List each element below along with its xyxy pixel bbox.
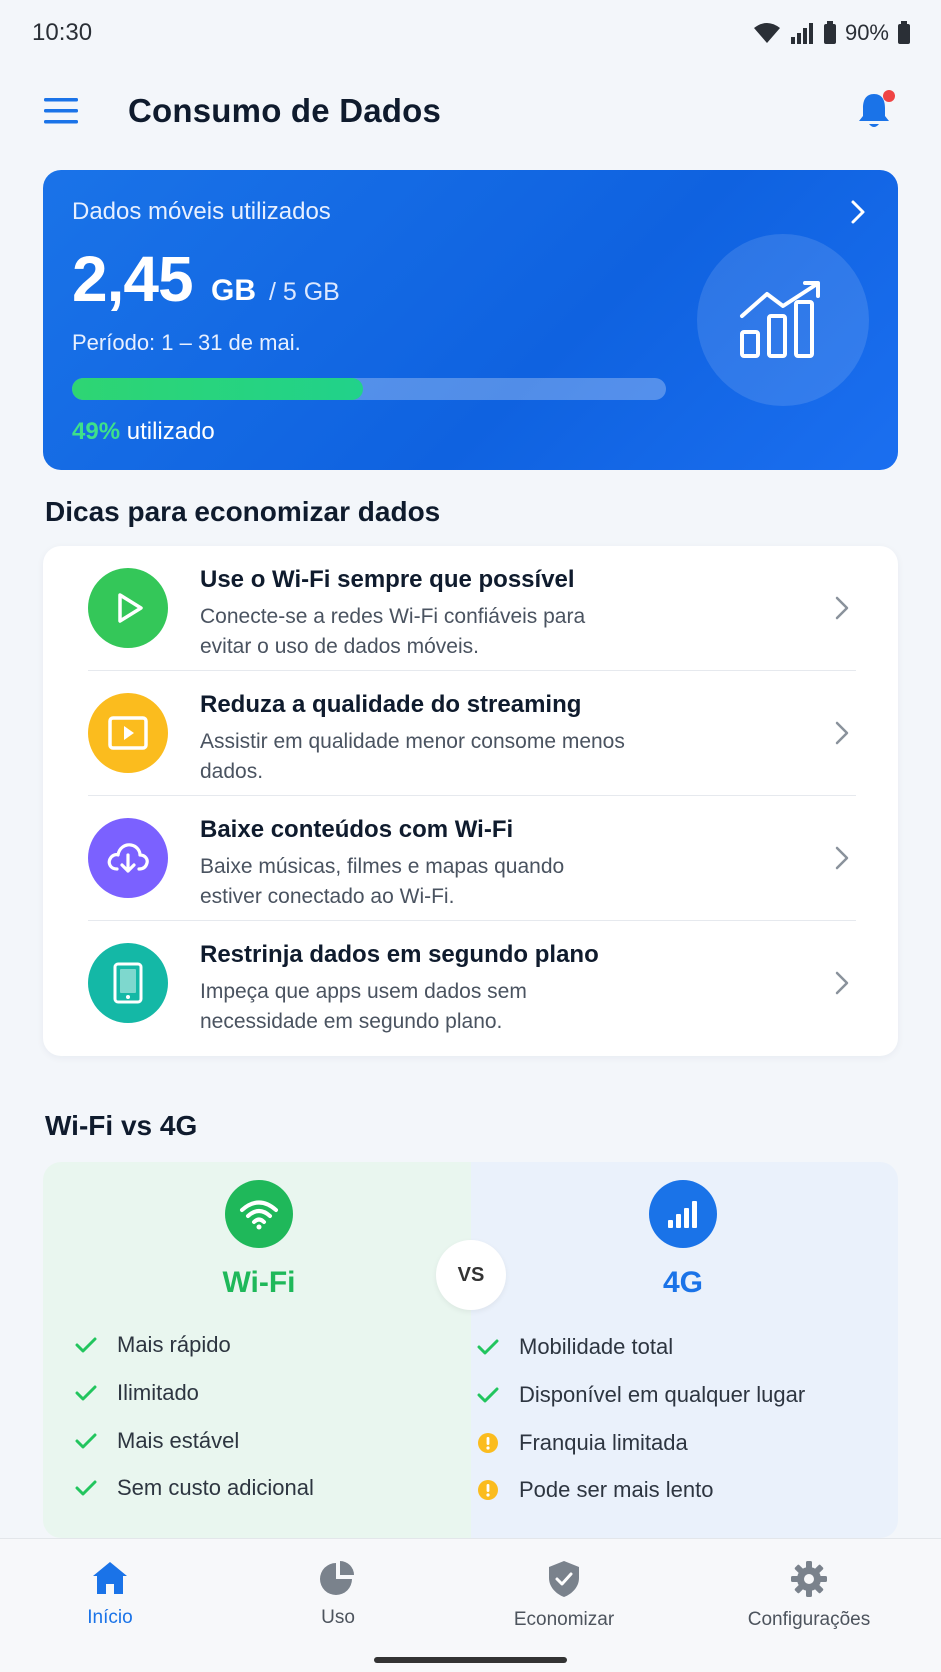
tip-title: Reduza a qualidade do streaming (200, 691, 582, 718)
usage-value: 2,45 (72, 243, 194, 315)
tip-description: Baixe músicas, filmes e mapas quando est… (200, 855, 565, 908)
battery-icon (898, 21, 910, 44)
tip-item[interactable]: Baixe conteúdos com Wi-Fi Baixe músicas,… (43, 796, 898, 921)
4g-feature: Franquia limitada (477, 1430, 688, 1456)
bottom-navigation: Início Uso Economizar Configurações (0, 1538, 941, 1672)
tips-section-title: Dicas para economizar dados (45, 496, 441, 527)
chevron-right-icon (835, 721, 849, 745)
wifi-vs-4g-card: Wi-Fi Mais rápido Ilimitado Mais estável… (43, 1162, 898, 1538)
wifi-feature: Mais estável (75, 1428, 239, 1454)
tip-item[interactable]: Reduza a qualidade do streaming Assistir… (43, 671, 898, 796)
menu-icon[interactable] (44, 98, 80, 124)
tip-title: Use o Wi-Fi sempre que possível (200, 566, 575, 593)
home-icon (93, 1562, 127, 1594)
cell-signal-icon (790, 23, 813, 44)
chevron-right-icon[interactable] (848, 198, 868, 226)
tip-item[interactable]: Use o Wi-Fi sempre que possível Conecte-… (43, 546, 898, 671)
usage-progress-fill (72, 378, 364, 400)
cell-icon-circle (649, 1180, 717, 1248)
app-bar: Consumo de Dados (0, 70, 941, 152)
pie-chart-icon (320, 1561, 354, 1595)
wifi-feature: Mais rápido (75, 1332, 231, 1358)
chevron-right-icon (835, 846, 849, 870)
usage-period: Período: 1 – 31 de mai. (72, 330, 301, 355)
warning-icon (478, 1433, 498, 1453)
chevron-right-icon (835, 971, 849, 995)
tip-icon-circle (88, 943, 168, 1023)
chevron-right-icon (835, 596, 849, 620)
nav-item-save[interactable]: Economizar (479, 1559, 649, 1631)
wifi-icon (240, 1200, 278, 1230)
tip-icon-circle (88, 818, 168, 898)
usage-percent-suffix: utilizado (120, 418, 215, 445)
4g-feature: Disponível em qualquer lugar (477, 1382, 805, 1408)
wifi-feature: Ilimitado (75, 1380, 199, 1406)
bar-chart-trend-icon (740, 281, 820, 358)
comparison-section-title: Wi-Fi vs 4G (45, 1110, 198, 1141)
phone-icon (113, 962, 143, 1004)
gear-icon (791, 1561, 827, 1597)
nav-label: Uso (321, 1607, 355, 1628)
tip-icon-circle (88, 693, 168, 773)
cell-signal-icon (668, 1201, 697, 1228)
wifi-signal-icon (753, 23, 780, 43)
vs-badge: VS (436, 1240, 506, 1310)
tips-list: Use o Wi-Fi sempre que possível Conecte-… (43, 546, 898, 1056)
nav-item-settings[interactable]: Configurações (724, 1559, 894, 1631)
status-icons: 90% (753, 20, 911, 46)
page-title: Consumo de Dados (128, 92, 442, 129)
wifi-column: Wi-Fi Mais rápido Ilimitado Mais estável… (43, 1162, 471, 1538)
check-icon (75, 1337, 97, 1353)
tip-description: Impeça que apps usem dados sem necessida… (200, 980, 527, 1033)
nav-label: Economizar (513, 1609, 615, 1630)
tip-title: Baixe conteúdos com Wi-Fi (200, 816, 514, 843)
check-icon (75, 1433, 97, 1449)
nav-label: Início (87, 1607, 133, 1628)
status-time: 10:30 (32, 19, 93, 46)
mobile-column: 4G Mobilidade total Disponível em qualqu… (471, 1162, 898, 1538)
status-bar: 10:30 90% (0, 0, 941, 66)
tip-icon-circle (88, 568, 168, 648)
tip-item[interactable]: Restrinja dados em segundo plano Impeça … (43, 921, 898, 1046)
video-icon (108, 716, 148, 750)
shield-icon (549, 1561, 579, 1597)
cloud-download-icon (107, 843, 149, 873)
usage-unit: GB (211, 274, 256, 307)
usage-limit: / 5 GB (269, 278, 340, 306)
4g-heading: 4G (662, 1266, 704, 1299)
nav-item-usage[interactable]: Uso (253, 1559, 423, 1629)
mobile-data-usage-card[interactable]: Dados móveis utilizados 2,45 GB / 5 GB P… (43, 170, 898, 470)
tip-description: Conecte-se a redes Wi-Fi confiáveis para… (200, 605, 586, 658)
usage-percent: 49% (72, 418, 121, 445)
wifi-icon-circle (225, 1180, 293, 1248)
usage-graphic (697, 234, 869, 406)
4g-feature: Mobilidade total (477, 1334, 673, 1360)
tip-title: Restrinja dados em segundo plano (200, 941, 599, 968)
wifi-feature: Sem custo adicional (75, 1475, 314, 1501)
check-icon (75, 1385, 97, 1401)
play-icon (118, 593, 143, 623)
usage-label: Dados móveis utilizados (72, 198, 331, 225)
usage-percent-line: 49% utilizado (72, 418, 215, 446)
wifi-heading: Wi-Fi (222, 1266, 296, 1299)
home-indicator (374, 1657, 567, 1663)
tip-description: Assistir em qualidade menor consome meno… (200, 730, 625, 783)
nav-item-home[interactable]: Início (25, 1559, 195, 1629)
usage-progress-bar (72, 378, 666, 400)
warning-icon (478, 1480, 498, 1500)
check-icon (477, 1387, 499, 1403)
check-icon (75, 1480, 97, 1496)
notification-bell-icon[interactable] (856, 88, 896, 132)
nav-label: Configurações (747, 1609, 871, 1630)
battery-saver-icon (823, 21, 836, 44)
4g-feature: Pode ser mais lento (477, 1477, 713, 1503)
battery-percent: 90% (844, 20, 889, 45)
check-icon (477, 1339, 499, 1355)
